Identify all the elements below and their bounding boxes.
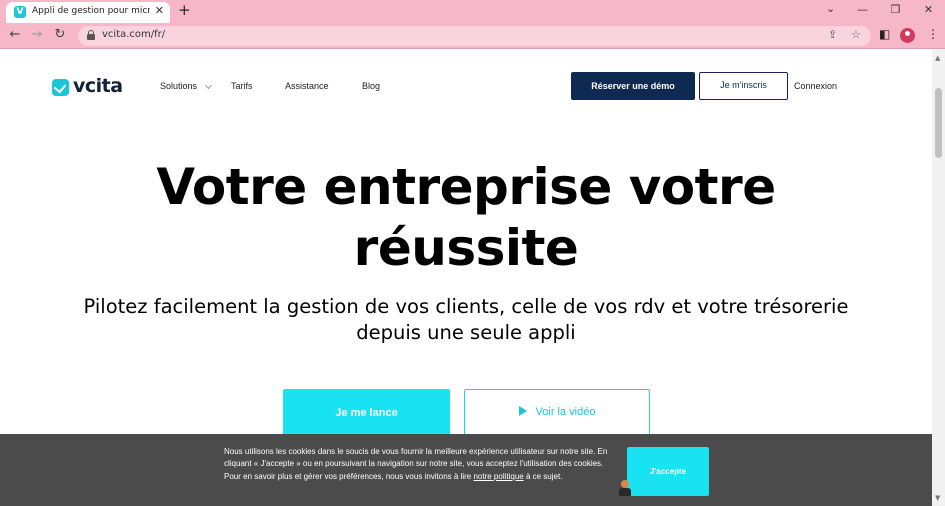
hero-title-line1: Votre entreprise votre — [156, 158, 776, 216]
window-controls: — ❐ ✕ — [846, 0, 945, 23]
hero-subtitle: Pilotez facilement la gestion de vos cli… — [0, 294, 932, 346]
signup-button[interactable]: Je m'inscris — [699, 72, 788, 100]
profile-avatar-icon[interactable] — [900, 28, 915, 43]
nav-assistance[interactable]: Assistance — [285, 81, 329, 91]
scroll-down-arrow-icon[interactable]: ▼ — [935, 494, 940, 502]
tab-search-chevron-icon[interactable]: ⌄ — [826, 2, 835, 15]
address-bar[interactable]: vcita.com/fr/ ⇪ ☆ — [78, 26, 871, 46]
share-icon[interactable]: ⇪ — [828, 28, 837, 41]
restore-icon[interactable]: ❐ — [879, 0, 912, 23]
logo-text: vcita — [73, 75, 123, 97]
nav-tarifs[interactable]: Tarifs — [231, 81, 253, 91]
accept-cookies-button[interactable]: J'accepte — [627, 447, 709, 496]
browser-toolbar: ← → ↻ vcita.com/fr/ ⇪ ☆ ◧ ⋮ — [0, 23, 945, 49]
page-viewport: vcita Solutions Tarifs Assistance Blog R… — [0, 50, 932, 506]
browser-menu-icon[interactable]: ⋮ — [927, 27, 939, 41]
minimize-icon[interactable]: — — [846, 0, 879, 23]
nav-solutions[interactable]: Solutions — [160, 81, 197, 91]
cookie-banner: Nous utilisons les cookies dans le souci… — [0, 434, 932, 506]
page-scrollbar[interactable]: ▲ ▼ — [932, 50, 945, 506]
tab-close-icon[interactable]: ✕ — [155, 4, 164, 17]
hero-subtitle-line1: Pilotez facilement la gestion de vos cli… — [83, 295, 849, 318]
privacy-policy-link[interactable]: notre politique — [473, 472, 523, 481]
get-started-button[interactable]: Je me lance — [283, 389, 450, 437]
vcita-favicon-icon: V — [14, 6, 26, 18]
hero-title-line2: réussite — [353, 219, 579, 277]
play-icon — [518, 406, 527, 416]
window-close-icon[interactable]: ✕ — [912, 0, 945, 23]
hero-illustration-figure — [618, 478, 632, 496]
browser-tab[interactable]: V Appli de gestion pour micro-entreprene… — [6, 2, 170, 23]
tab-title: Appli de gestion pour micro-entrepreneur… — [32, 6, 150, 16]
reload-icon[interactable]: ↻ — [51, 27, 69, 42]
forward-arrow-icon[interactable]: → — [28, 27, 46, 42]
book-demo-button[interactable]: Réserver une démo — [571, 72, 695, 100]
vcita-logo-icon — [52, 79, 69, 96]
cookie-text-end: à ce sujet. — [523, 471, 563, 481]
chevron-down-icon[interactable] — [204, 81, 213, 90]
watch-video-button[interactable]: Voir la vidéo — [464, 389, 650, 437]
url-text: vcita.com/fr/ — [102, 29, 166, 40]
login-link[interactable]: Connexion — [794, 81, 837, 91]
cookie-text: Nous utilisons les cookies dans le souci… — [224, 446, 614, 483]
hero-subtitle-line2: depuis une seule appli — [356, 321, 576, 344]
lock-icon[interactable] — [87, 30, 95, 40]
back-arrow-icon[interactable]: ← — [6, 27, 24, 42]
side-panel-icon[interactable]: ◧ — [879, 27, 890, 41]
nav-blog[interactable]: Blog — [362, 81, 380, 91]
browser-tab-strip: V Appli de gestion pour micro-entreprene… — [0, 0, 945, 23]
new-tab-icon[interactable]: + — [178, 1, 191, 19]
hero-title: Votre entreprise votre réussite — [0, 157, 932, 279]
bookmark-star-icon[interactable]: ☆ — [851, 28, 861, 41]
watch-video-label: Voir la vidéo — [535, 406, 596, 418]
scroll-up-arrow-icon[interactable]: ▲ — [935, 54, 940, 62]
scroll-thumb[interactable] — [935, 88, 942, 158]
